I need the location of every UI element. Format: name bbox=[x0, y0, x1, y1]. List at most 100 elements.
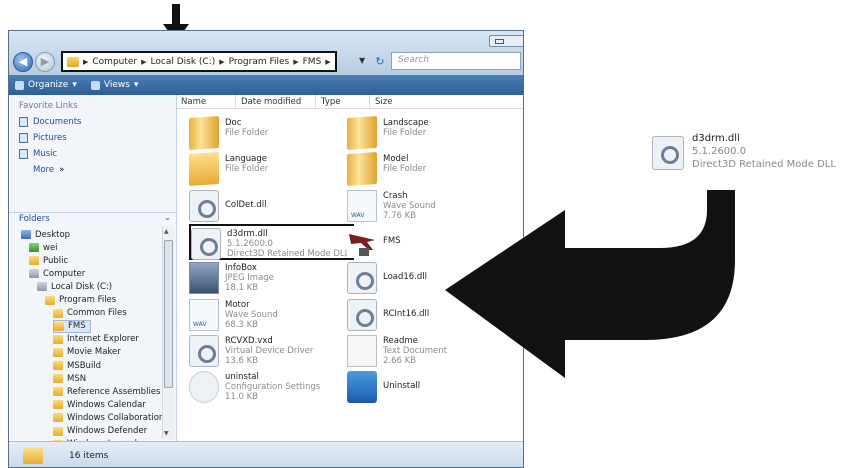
favorite-music[interactable]: Music bbox=[19, 149, 57, 159]
wav-icon bbox=[347, 189, 377, 222]
file-item[interactable]: ColDet.dll bbox=[189, 188, 354, 224]
favorite-documents[interactable]: Documents bbox=[19, 117, 81, 127]
tree-item[interactable]: wei bbox=[29, 241, 58, 254]
tree-item[interactable]: Computer bbox=[29, 267, 85, 280]
scroll-down-icon[interactable]: ▼ bbox=[164, 430, 169, 437]
computer-icon bbox=[29, 269, 39, 279]
tree-item-label: Movie Maker bbox=[67, 347, 121, 358]
views-button[interactable]: Views ▾ bbox=[90, 80, 138, 90]
address-bar[interactable]: ▶ Computer ▶ Local Disk (C:) ▶ Program F… bbox=[61, 51, 337, 72]
scroll-thumb[interactable] bbox=[164, 240, 173, 388]
file-name: ColDet.dll bbox=[225, 199, 267, 210]
column-date-modified[interactable]: Date modified bbox=[241, 97, 301, 107]
address-dropdown-icon[interactable]: ▼ bbox=[359, 56, 365, 65]
folder-icon bbox=[53, 334, 63, 344]
file-detail: File Folder bbox=[225, 128, 269, 138]
search-input[interactable]: Search bbox=[391, 52, 521, 70]
tree-item[interactable]: Internet Explorer bbox=[53, 333, 139, 346]
column-size[interactable]: Size bbox=[375, 97, 392, 107]
file-name: Uninstall bbox=[383, 381, 421, 392]
forward-button[interactable]: ▶ bbox=[35, 52, 55, 72]
cfg-icon bbox=[189, 371, 219, 404]
tree-item[interactable]: Movie Maker bbox=[53, 346, 121, 359]
file-item[interactable]: InfoBox JPEG Image 18.1 KB bbox=[189, 260, 354, 296]
tree-item[interactable]: FMS bbox=[53, 319, 91, 333]
tree-item-label: Windows Defender bbox=[67, 426, 148, 436]
tree-item-label: MSN bbox=[67, 373, 87, 384]
file-name: FMS bbox=[383, 235, 401, 246]
wav-icon bbox=[189, 298, 219, 331]
music-icon bbox=[19, 149, 28, 159]
tree-item-label: Local Disk (C:) bbox=[51, 281, 113, 292]
file-item[interactable]: Doc File Folder bbox=[189, 115, 354, 151]
file-item[interactable]: uninstal Configuration Settings 11.0 KB bbox=[189, 369, 354, 405]
file-detail: Wave Sound bbox=[225, 309, 278, 320]
folder-icon bbox=[23, 448, 43, 464]
scroll-up-icon[interactable]: ▲ bbox=[164, 228, 169, 235]
file-item[interactable]: Language File Folder bbox=[189, 151, 354, 187]
column-type[interactable]: Type bbox=[321, 97, 341, 107]
gear-icon bbox=[347, 298, 377, 331]
column-name[interactable]: Name bbox=[181, 97, 206, 107]
breadcrumb-program-files[interactable]: Program Files bbox=[229, 57, 290, 67]
tree-item[interactable]: MSBuild bbox=[53, 359, 101, 372]
organize-button[interactable]: Organize ▾ bbox=[15, 80, 77, 90]
folder-icon bbox=[189, 152, 219, 187]
tree-item[interactable]: Common Files bbox=[53, 307, 127, 320]
breadcrumb-local-disk[interactable]: Local Disk (C:) bbox=[151, 57, 216, 67]
tree-item-label: Computer bbox=[43, 268, 86, 279]
organize-label: Organize bbox=[28, 80, 69, 90]
window-controls[interactable] bbox=[489, 35, 523, 47]
refresh-icon[interactable]: ↻ bbox=[371, 53, 389, 70]
detached-file-description: Direct3D Retained Mode DLL bbox=[692, 159, 836, 170]
gear-icon bbox=[189, 189, 219, 222]
file-item[interactable]: Landscape File Folder bbox=[347, 115, 512, 151]
organize-icon bbox=[15, 80, 24, 90]
favorite-pictures[interactable]: Pictures bbox=[19, 133, 67, 143]
tree-item-label: MSBuild bbox=[67, 360, 102, 371]
tree-item[interactable]: Program Files bbox=[45, 294, 116, 307]
documents-icon bbox=[19, 117, 28, 127]
detached-file-version: 5.1.2600.0 bbox=[692, 146, 747, 157]
tree-item[interactable]: Windows Collaboration bbox=[53, 411, 164, 424]
chevron-down-icon: ▾ bbox=[72, 80, 77, 90]
disk-icon bbox=[37, 282, 47, 292]
tree-item[interactable]: Reference Assemblies bbox=[53, 385, 160, 398]
tree-item[interactable]: Windows Calendar bbox=[53, 398, 146, 411]
uninstall-icon bbox=[347, 371, 377, 404]
file-detail: File Folder bbox=[383, 164, 427, 175]
more-link[interactable]: More » bbox=[33, 165, 64, 175]
tree-item[interactable]: Local Disk (C:) bbox=[37, 280, 112, 293]
file-detail: 7.76 KB bbox=[383, 210, 417, 221]
tree-item-label: Windows Collaboration bbox=[67, 412, 165, 423]
file-item[interactable]: Model File Folder bbox=[347, 151, 512, 187]
tree-scrollbar[interactable]: ▲ ▼ bbox=[162, 226, 174, 439]
tree-item-label: Internet Explorer bbox=[67, 334, 139, 345]
tree-item-label: wei bbox=[43, 242, 58, 253]
tree-item[interactable]: Windows Defender bbox=[53, 425, 147, 438]
breadcrumb-computer[interactable]: Computer bbox=[92, 57, 137, 67]
folder-icon bbox=[53, 413, 63, 423]
tree-item-label: Desktop bbox=[35, 229, 71, 240]
separator-icon: ▶ bbox=[219, 57, 225, 66]
folder-icon bbox=[53, 374, 63, 384]
tree-item[interactable]: Desktop bbox=[21, 228, 70, 241]
back-button[interactable]: ◀ bbox=[13, 52, 33, 72]
file-name: InfoBox bbox=[225, 263, 257, 274]
breadcrumb-fms[interactable]: FMS bbox=[303, 57, 322, 67]
desktop-icon bbox=[21, 230, 31, 239]
file-item[interactable]: MotorWave Sound68.3 KB bbox=[189, 297, 354, 333]
tree-item[interactable]: Public bbox=[29, 254, 68, 267]
file-item[interactable]: d3drm.dll 5.1.2600.0 Direct3D Retained Mod… bbox=[189, 223, 354, 260]
file-detail: File Folder bbox=[383, 128, 427, 138]
chevron-down-icon: ⌄ bbox=[164, 213, 171, 222]
tree-item[interactable]: MSN bbox=[53, 372, 86, 385]
folders-label: Folders bbox=[19, 214, 50, 224]
file-detail: JPEG Image bbox=[225, 273, 274, 284]
file-detail: Direct3D Retained Mode DLL bbox=[227, 248, 350, 259]
folders-header[interactable]: Folders ⌄ bbox=[9, 212, 177, 226]
file-name: uninstal bbox=[225, 372, 259, 383]
views-icon bbox=[90, 80, 100, 90]
file-item[interactable]: RCVXD.vxd Virtual Device Driver 13.6 KB bbox=[189, 333, 354, 369]
tree-item-label: FMS bbox=[68, 321, 86, 332]
